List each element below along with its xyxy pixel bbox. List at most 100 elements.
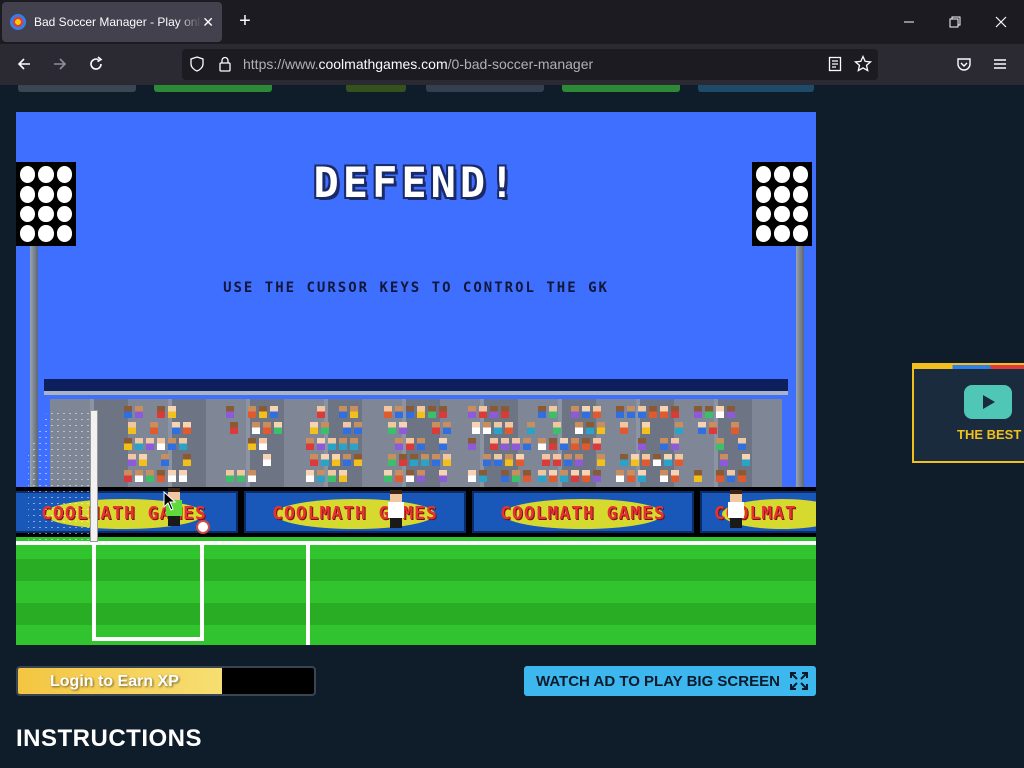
crowd-member [538,470,546,482]
crowd-member [709,422,717,434]
crowd-member [270,406,278,418]
soccer-ball-icon [196,520,210,534]
crowd-member [549,406,557,418]
box-line [92,545,96,641]
crowd-member [494,422,502,434]
tab-close-icon[interactable]: ✕ [202,14,214,31]
crowd-member [263,422,271,434]
back-arrow-icon[interactable] [10,50,38,78]
new-tab-plus-icon[interactable]: + [234,10,256,32]
crowd-member [582,470,590,482]
shield-icon[interactable] [187,54,207,74]
reader-view-icon[interactable] [825,54,845,74]
crowd-member [620,422,628,434]
crowd-member [168,438,176,450]
crowd-member [406,438,414,450]
crowd-member [494,454,502,466]
crowd-member [549,470,557,482]
forward-arrow-icon[interactable] [46,50,74,78]
crowd-member [538,406,546,418]
fullscreen-icon [790,672,808,690]
pitch [16,537,816,645]
crowd-member [157,470,165,482]
crowd-member [472,422,480,434]
crowd-member [479,470,487,482]
game-canvas[interactable]: DEFEND! USE THE CURSOR KEYS TO CONTROL T… [16,112,816,645]
crowd-member [161,454,169,466]
bookmark-star-icon[interactable] [853,54,873,74]
strip-tab[interactable] [346,85,406,92]
crowd-member [582,438,590,450]
pocket-icon[interactable] [950,50,978,78]
address-bar[interactable]: https://www.coolmathgames.com/0-bad-socc… [182,49,878,80]
crowd-member [571,470,579,482]
crowd-member [597,422,605,434]
crowd-member [157,438,165,450]
url-text[interactable]: https://www.coolmathgames.com/0-bad-socc… [243,56,593,72]
side-advert[interactable]: THE BEST [912,363,1024,463]
crowd-member [512,438,520,450]
crowd-member [593,470,601,482]
reload-icon[interactable] [82,50,110,78]
crowd-member [560,470,568,482]
crowd-member [675,454,683,466]
minimize-icon[interactable] [886,0,932,44]
crowd-member [505,422,513,434]
crowd-member [616,470,624,482]
crowd-member [354,422,362,434]
crowd-member [179,470,187,482]
crowd-member [642,422,650,434]
crowd-member [694,406,702,418]
crowd-member [586,422,594,434]
crowd-member [343,422,351,434]
lock-icon[interactable] [215,54,235,74]
crowd-member [432,422,440,434]
strip-tab[interactable] [426,85,544,92]
crowd-member [406,470,414,482]
strip-tab[interactable] [154,85,272,92]
crowd-member [417,438,425,450]
crowd-member [505,454,513,466]
crowd-member [516,454,524,466]
crowd-member [328,470,336,482]
crowd-member [124,406,132,418]
crowd-member [675,422,683,434]
top-tab-strip [16,85,816,93]
crowd-member [501,438,509,450]
strip-tab[interactable] [562,85,680,92]
crowd-member [343,454,351,466]
crowd-member [339,406,347,418]
restore-icon[interactable] [932,0,978,44]
advert-board: COOLMATH GAMES [244,491,466,533]
crowd-member [716,406,724,418]
crowd-member [620,454,628,466]
crowd-member [542,454,550,466]
crowd-member [483,454,491,466]
tab-bad-soccer-manager[interactable]: Bad Soccer Manager - Play online ✕ [2,2,222,42]
strip-tab[interactable] [18,85,136,92]
menu-hamburger-icon[interactable] [986,50,1014,78]
floodlight-pole-right [796,246,804,491]
crowd-member [168,406,176,418]
watch-ad-big-screen-button[interactable]: WATCH AD TO PLAY BIG SCREEN [524,666,816,696]
crowd-member [716,470,724,482]
window-close-icon[interactable] [978,0,1024,44]
crowd-member [128,422,136,434]
crowd-member [321,422,329,434]
crowd-member [417,470,425,482]
crowd-member [443,422,451,434]
advert-boards: COOLMATH GAMES COOLMATH GAMES COOLMATH G… [16,487,816,537]
crowd-member [428,406,436,418]
login-xp-button[interactable]: Login to Earn XP [16,666,316,696]
crowd-member [310,422,318,434]
crowd-member [705,406,713,418]
strip-tab[interactable] [698,85,814,92]
navigation-toolbar: https://www.coolmathgames.com/0-bad-socc… [0,44,1024,85]
crowd-member [642,454,650,466]
crowd-member [139,454,147,466]
crowd-member [575,454,583,466]
advert-board: COOLMAT [700,491,816,533]
crowd-member [263,454,271,466]
crowd-member [248,438,256,450]
crowd-member [406,406,414,418]
